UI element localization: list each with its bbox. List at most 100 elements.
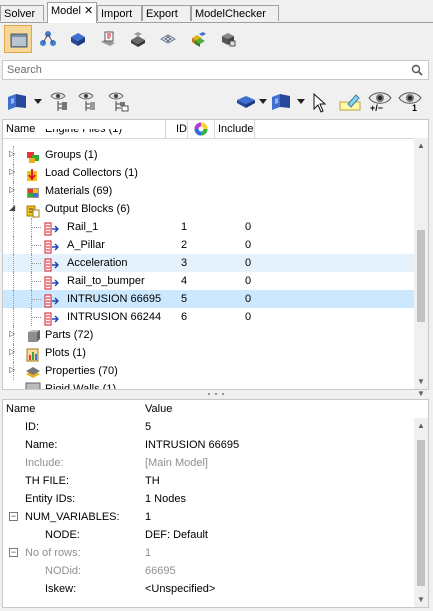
property-value[interactable]: TH xyxy=(145,472,160,490)
close-icon[interactable]: ✕ xyxy=(84,5,93,17)
property-row[interactable]: NODE: DEF: Default xyxy=(3,526,414,544)
tab-solver[interactable]: Solver xyxy=(0,5,44,21)
tree-config-button[interactable] xyxy=(108,88,130,114)
property-value[interactable]: 1 Nodes xyxy=(145,490,186,508)
expand-arrow-icon[interactable]: ▷ xyxy=(9,150,17,158)
column-header-prop-name[interactable]: Name xyxy=(6,400,35,418)
property-value[interactable]: 1 xyxy=(145,544,151,562)
scroll-down-icon[interactable]: ▼ xyxy=(417,596,425,604)
property-value[interactable]: [Main Model] xyxy=(145,454,208,472)
expand-arrow-icon[interactable]: ▷ xyxy=(9,366,17,374)
tree-row-output-block[interactable]: A_Pillar 2 0 xyxy=(3,236,414,254)
entity-state-icon xyxy=(131,32,145,47)
include-button[interactable] xyxy=(184,25,212,53)
solver-browser-button[interactable] xyxy=(214,25,242,53)
collapse-arrow-icon[interactable]: ◢ xyxy=(9,204,17,212)
output-block-icon xyxy=(44,294,59,308)
view-folder-dropdown[interactable] xyxy=(6,88,44,114)
scroll-thumb[interactable] xyxy=(417,230,425,322)
property-value[interactable]: DEF: Default xyxy=(145,526,208,544)
scroll-up-icon[interactable]: ▲ xyxy=(417,142,425,150)
property-row[interactable]: TH FILE: TH xyxy=(3,472,414,490)
tree-row-folder[interactable]: ▷ Properties (70) xyxy=(3,362,414,380)
materials-icon xyxy=(27,188,39,198)
collapse-box-icon[interactable]: − xyxy=(9,512,18,521)
search-input[interactable] xyxy=(7,63,402,77)
scroll-down-icon[interactable]: ▼ xyxy=(417,378,425,386)
property-row[interactable]: Iskew: <Unspecified> xyxy=(3,580,414,598)
tree-row-folder[interactable]: ▷ Materials (69) xyxy=(3,182,414,200)
parts-icon xyxy=(28,330,40,342)
properties-scrollbar[interactable]: ▲ ▼ xyxy=(414,418,428,607)
tab-export[interactable]: Export xyxy=(142,5,191,21)
tree-row-id: 3 xyxy=(181,257,188,269)
tree-row-folder[interactable]: ◢ Output Blocks (6) xyxy=(3,200,414,218)
expand-arrow-icon[interactable]: ▷ xyxy=(9,330,17,338)
tree-guide-line xyxy=(13,308,15,326)
panel-splitter[interactable]: ▼ xyxy=(2,390,429,399)
property-row[interactable]: Name: INTRUSION 66695 xyxy=(3,436,414,454)
search-icon[interactable] xyxy=(411,64,423,76)
show-hide-button[interactable]: +/− xyxy=(368,88,392,114)
property-value[interactable]: <Unspecified> xyxy=(145,580,215,598)
output-block-icon xyxy=(44,276,59,290)
tree-row-include: 0 xyxy=(245,311,252,323)
tree-row-partial-top[interactable]: Engine Files (1) xyxy=(3,129,414,138)
tree-row-output-block[interactable]: Acceleration 3 0 xyxy=(3,254,414,272)
tree-filter-button[interactable] xyxy=(78,88,98,114)
collapse-box-icon[interactable]: − xyxy=(9,548,18,557)
property-row[interactable]: − No of rows: 1 xyxy=(3,544,414,562)
tree-row-output-block[interactable]: INTRUSION 66244 6 0 xyxy=(3,308,414,326)
property-value[interactable]: 66695 xyxy=(145,562,176,580)
property-name: NODid: xyxy=(45,565,82,577)
view-mode-dropdown[interactable] xyxy=(270,88,306,114)
tab-import[interactable]: Import xyxy=(97,5,142,21)
tree-guide-line xyxy=(31,281,41,283)
tree-row-folder[interactable]: ▷ Parts (72) xyxy=(3,326,414,344)
scroll-thumb[interactable] xyxy=(417,440,425,586)
mask-button[interactable] xyxy=(154,25,182,53)
property-value[interactable]: INTRUSION 66695 xyxy=(145,436,239,454)
property-row[interactable]: ID: 5 xyxy=(3,418,414,436)
tree-row-output-block[interactable]: Rail_to_bumper 4 0 xyxy=(3,272,414,290)
display-mode-dropdown[interactable] xyxy=(236,88,268,114)
connections-button[interactable] xyxy=(34,25,62,53)
connections-icon xyxy=(40,31,56,46)
tree-scrollbar[interactable]: ▲ ▼ xyxy=(414,138,428,389)
tree-row-folder[interactable]: ▷ Plots (1) xyxy=(3,344,414,362)
tree-row-folder[interactable]: ▷ Load Collectors (1) xyxy=(3,164,414,182)
isolate-button[interactable]: 1 xyxy=(398,88,422,114)
expand-arrow-icon[interactable]: ▷ xyxy=(9,186,17,194)
highlight-button[interactable] xyxy=(338,88,362,114)
property-value[interactable]: 5 xyxy=(145,418,151,436)
tab-model[interactable]: Model ✕ xyxy=(47,2,97,23)
tree-filter-icon xyxy=(78,92,95,111)
select-cursor-button[interactable] xyxy=(313,88,329,114)
tab-modelchecker[interactable]: ModelChecker xyxy=(191,5,279,21)
tree-row-output-block[interactable]: Rail_1 1 0 xyxy=(3,218,414,236)
entity-state-button[interactable] xyxy=(124,25,152,53)
rigid-walls-icon xyxy=(25,382,41,389)
tree-row-include: 0 xyxy=(245,293,252,305)
property-row[interactable]: Include: [Main Model] xyxy=(3,454,414,472)
display-mode-icon xyxy=(237,96,255,108)
expand-arrow-icon[interactable]: ▷ xyxy=(9,348,17,356)
collapse-arrow-icon[interactable]: ▼ xyxy=(417,390,425,398)
tree-row-id: 2 xyxy=(181,239,188,251)
property-row[interactable]: NODid: 66695 xyxy=(3,562,414,580)
folder-button[interactable] xyxy=(4,25,32,53)
tree-row-output-block[interactable]: INTRUSION 66695 5 0 xyxy=(3,290,414,308)
property-row[interactable]: Entity IDs: 1 Nodes xyxy=(3,490,414,508)
component-button[interactable] xyxy=(64,25,92,53)
tree-row-label: Plots (1) xyxy=(45,347,86,359)
tree-row-folder[interactable]: ▷ Groups (1) xyxy=(3,146,414,164)
property-value[interactable]: 1 xyxy=(145,508,151,526)
expand-arrow-icon[interactable]: ▷ xyxy=(9,168,17,176)
reference-button[interactable] xyxy=(94,25,122,53)
tab-label: ModelChecker xyxy=(195,8,266,20)
property-row[interactable]: − NUM_VARIABLES: 1 xyxy=(3,508,414,526)
tree-show-button[interactable] xyxy=(50,88,70,114)
tree-row-partial-bottom[interactable]: Rigid Walls (1) xyxy=(3,380,414,389)
scroll-up-icon[interactable]: ▲ xyxy=(417,422,425,430)
column-header-prop-value[interactable]: Value xyxy=(145,400,172,418)
